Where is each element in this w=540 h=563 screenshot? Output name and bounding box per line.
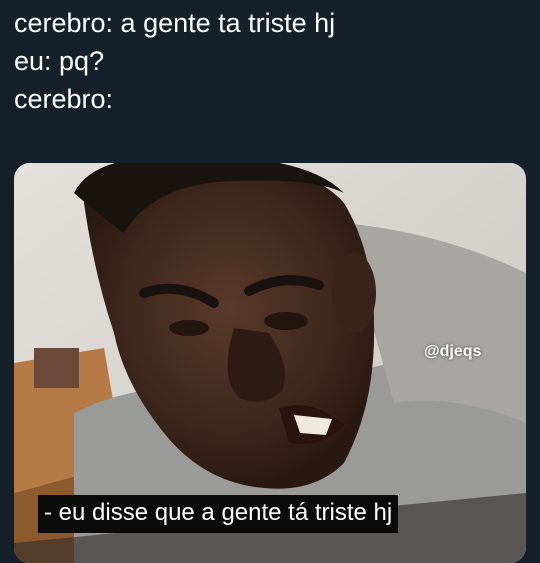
watermark: @djeqs <box>424 343 482 360</box>
tweet-text: cerebro: a gente ta triste hj eu: pq? ce… <box>14 4 524 118</box>
subtitle-caption: - eu disse que a gente tá triste hj <box>38 495 399 533</box>
tweet-media[interactable]: @djeqs - eu disse que a gente tá triste … <box>14 163 526 563</box>
tweet-line-3: cerebro: <box>14 84 114 114</box>
tweet-line-1: cerebro: a gente ta triste hj <box>14 8 336 38</box>
tweet-line-2: eu: pq? <box>14 46 105 76</box>
